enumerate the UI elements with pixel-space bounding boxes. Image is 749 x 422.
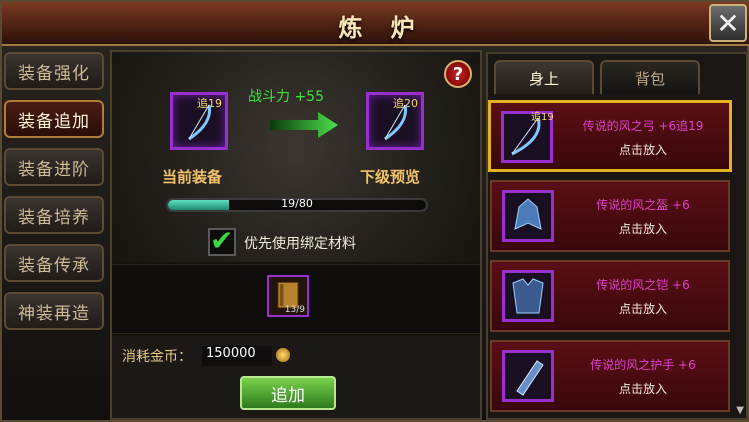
item-name: 传说的风之护手 +6: [590, 358, 696, 372]
tab-backpack[interactable]: 背包: [600, 60, 700, 94]
material-area: 13/9: [112, 264, 480, 334]
append-button[interactable]: 追加: [240, 376, 336, 410]
bind-material-label: 优先使用绑定材料: [244, 236, 356, 252]
cost-area: 消耗金币： 150000 追加: [112, 336, 480, 418]
item-level: 追19: [531, 112, 554, 123]
left-tab-list: 装备强化 装备追加 装备进阶 装备培养 装备传承 神装再造: [4, 52, 105, 340]
current-equip-label: 当前装备: [162, 168, 223, 186]
item-name: 传说的风之铠 +6: [596, 278, 690, 292]
bow-icon: [384, 104, 408, 141]
item-name: 传说的风之弓 +6追19: [582, 119, 704, 133]
arrow-right-icon: [270, 112, 338, 138]
cost-value: 150000: [202, 346, 272, 366]
tab-equip-cultivate[interactable]: 装备培养: [4, 196, 104, 234]
scroll-down-icon[interactable]: ▼: [736, 405, 744, 416]
forge-panel: ? 追19 战斗力 +55 追20 当前装备 下级预览 19/80 ✔ 优先使用…: [110, 50, 482, 420]
question-icon: ?: [452, 63, 464, 85]
list-item[interactable]: 传说的风之护手 +6 点击放入: [490, 340, 730, 412]
item-slot: [502, 270, 554, 322]
next-equip-slot: 追20: [366, 92, 424, 150]
checkmark-icon: ✔: [210, 224, 234, 257]
gold-coin-icon: [276, 348, 290, 362]
tab-equip-inherit[interactable]: 装备传承: [4, 244, 104, 282]
next-preview-label: 下级预览: [360, 168, 421, 186]
title-bar: 炼炉 ✕: [2, 2, 749, 46]
upgrade-preview-area: ? 追19 战斗力 +55 追20 当前装备 下级预览 19/80 ✔ 优先使用…: [112, 52, 480, 262]
tab-divine-rebuild[interactable]: 神装再造: [4, 292, 104, 330]
current-equip-slot[interactable]: 追19: [170, 92, 228, 150]
bind-material-checkbox[interactable]: ✔: [208, 224, 236, 257]
close-button[interactable]: ✕: [709, 4, 747, 42]
item-name: 传说的风之盔 +6: [596, 198, 690, 212]
tab-equipped[interactable]: 身上: [494, 60, 594, 94]
close-icon: ✕: [716, 6, 740, 40]
item-hint: 点击放入: [618, 302, 667, 316]
tab-equip-append[interactable]: 装备追加: [4, 100, 104, 138]
helmet-icon: [514, 198, 542, 230]
list-item[interactable]: 传说的风之铠 +6 点击放入: [490, 260, 730, 332]
item-slot: [502, 190, 554, 242]
forge-window: 炼炉 ✕ 装备强化 装备追加 装备进阶 装备培养 装备传承 神装再造 ? 追19…: [0, 0, 749, 422]
power-gain-text: 战斗力 +55: [248, 89, 324, 105]
tab-equip-enhance[interactable]: 装备强化: [4, 52, 104, 90]
progress-text: 19/80: [281, 197, 313, 210]
list-item[interactable]: 追19 传说的风之弓 +6追19 点击放入: [488, 100, 732, 172]
bow-icon: [188, 104, 212, 141]
item-slot: [502, 350, 554, 402]
material-count: 13/9: [284, 305, 305, 315]
help-button[interactable]: ?: [444, 60, 472, 88]
cost-label: 消耗金币：: [122, 349, 192, 365]
window-title: 炼炉: [338, 14, 443, 42]
tab-equip-advance[interactable]: 装备进阶: [4, 148, 104, 186]
item-hint: 点击放入: [618, 143, 667, 157]
item-hint: 点击放入: [618, 382, 667, 396]
equipment-list-panel: 身上 背包 追19 传说的风之弓 +6追19 点击放入 传说的风之盔 +6 点击…: [486, 52, 748, 420]
material-slot[interactable]: 13/9: [267, 275, 309, 317]
list-item[interactable]: 传说的风之盔 +6 点击放入: [490, 180, 730, 252]
item-hint: 点击放入: [618, 222, 667, 236]
bracer-icon: [516, 360, 544, 396]
armor-icon: [512, 278, 544, 314]
